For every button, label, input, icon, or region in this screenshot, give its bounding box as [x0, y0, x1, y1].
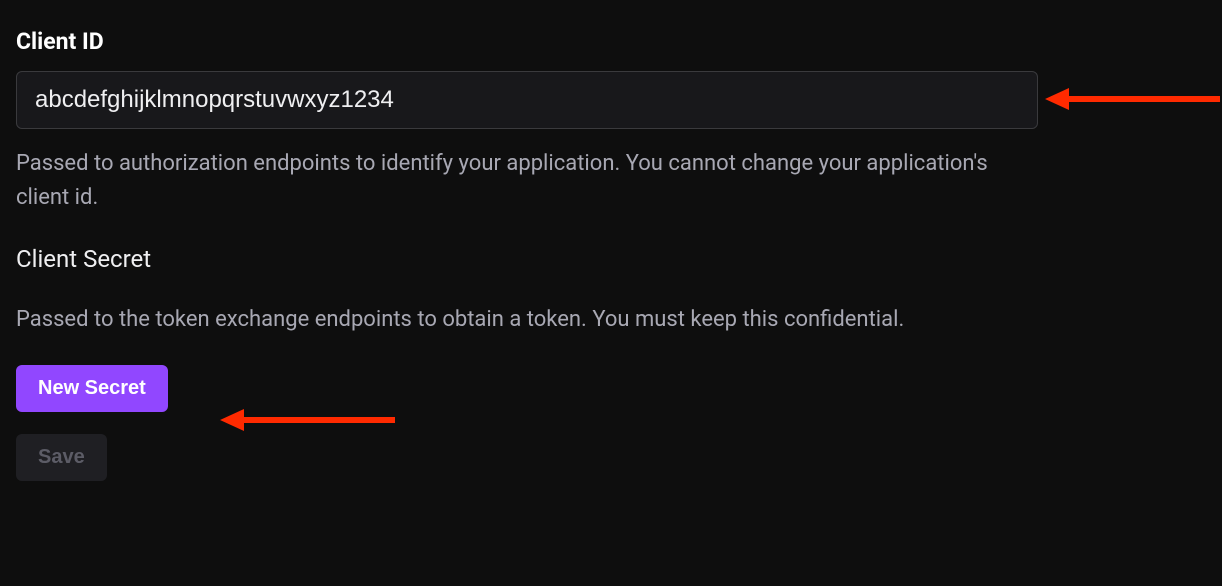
new-secret-button[interactable]: New Secret	[16, 365, 168, 412]
client-id-label: Client ID	[16, 28, 1038, 55]
client-secret-help: Passed to the token exchange endpoints t…	[16, 303, 1016, 337]
annotation-arrow-icon	[1045, 84, 1220, 114]
client-id-input[interactable]	[16, 71, 1038, 129]
save-button: Save	[16, 434, 107, 481]
client-id-help: Passed to authorization endpoints to ide…	[16, 147, 1016, 215]
client-secret-heading: Client Secret	[16, 245, 1038, 273]
